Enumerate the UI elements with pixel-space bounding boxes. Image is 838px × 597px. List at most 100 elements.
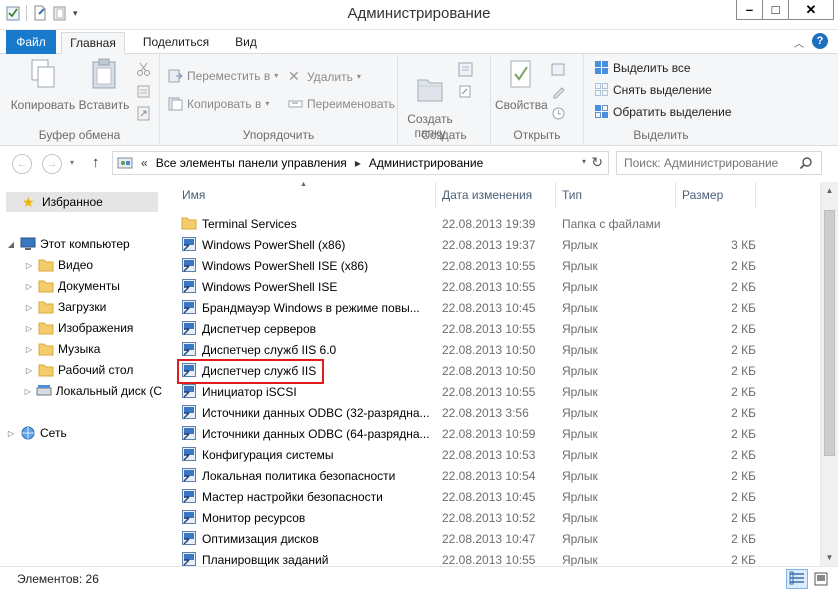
copy-to-button[interactable]: Копировать в ▾ [168, 96, 269, 111]
expand-icon[interactable]: ▷ [24, 366, 34, 375]
delete-button[interactable]: ✕ Удалить ▾ [288, 68, 361, 85]
column-size[interactable]: Размер [676, 182, 756, 208]
properties-button[interactable]: Свойства [495, 58, 548, 112]
breadcrumb-administration[interactable]: Администрирование [369, 156, 483, 170]
file-row[interactable]: Диспетчер служб IIS 6.0 22.08.2013 10:50 Я… [176, 339, 756, 360]
file-date: 22.08.2013 10:45 [442, 490, 536, 504]
search-icon[interactable] [799, 156, 813, 170]
tab-file[interactable]: Файл [6, 30, 56, 54]
expand-icon[interactable]: ▷ [24, 345, 34, 354]
forward-button[interactable]: → [42, 154, 62, 174]
tab-share[interactable]: Поделиться [140, 32, 212, 54]
nav-this-pc[interactable]: ◢ Этот компьютер [6, 234, 166, 254]
file-row[interactable]: Конфигурация системы 22.08.2013 10:53 Ярлы… [176, 444, 756, 465]
new-item-icon[interactable] [458, 62, 473, 77]
expand-icon[interactable]: ▷ [24, 387, 32, 396]
select-all-button[interactable]: Выделить все [594, 60, 691, 75]
nav-pc-item[interactable]: ▷ Локальный диск (C [24, 381, 162, 401]
file-size: 2 КБ [731, 301, 756, 315]
expand-icon[interactable]: ▷ [24, 282, 34, 291]
nav-pc-item-label: Загрузки [58, 300, 107, 314]
column-date[interactable]: Дата изменения [436, 182, 556, 208]
cut-icon[interactable] [136, 62, 151, 77]
file-row[interactable]: Источники данных ODBC (32-разрядна... 22.… [176, 402, 756, 423]
close-button[interactable]: ✕ [788, 0, 834, 20]
vertical-scrollbar[interactable]: ▲ ▼ [820, 182, 838, 566]
file-row[interactable]: Windows PowerShell ISE (x86) 22.08.2013 1… [176, 255, 756, 276]
collapse-icon[interactable]: ◢ [6, 240, 16, 249]
file-row[interactable]: Монитор ресурсов 22.08.2013 10:52 Ярлык 2 К… [176, 507, 756, 528]
computer-icon [20, 237, 36, 250]
large-icons-view-button[interactable] [810, 569, 832, 589]
scroll-up-icon[interactable]: ▲ [821, 182, 838, 199]
copy-button[interactable]: Копировать [10, 58, 76, 112]
odbc-icon [182, 405, 196, 419]
file-row[interactable]: Мастер настройки безопасности 22.08.2013 … [176, 486, 756, 507]
open-icon[interactable] [551, 62, 566, 77]
refresh-icon[interactable]: ↻ [591, 154, 603, 171]
expand-icon[interactable]: ▷ [6, 429, 16, 438]
file-date: 22.08.2013 10:53 [442, 448, 536, 462]
tab-home[interactable]: Главная [61, 32, 125, 54]
file-row[interactable]: Windows PowerShell (x86) 22.08.2013 19:37… [176, 234, 756, 255]
nav-pc-item[interactable]: ▷ Загрузки [24, 297, 162, 317]
nav-network[interactable]: ▷ Сеть [6, 423, 166, 443]
scroll-down-icon[interactable]: ▼ [821, 549, 838, 566]
search-box[interactable] [616, 151, 822, 175]
chevron-up-icon[interactable]: ︿ [794, 35, 804, 50]
nav-pc-item[interactable]: ▷ Рабочий стол [24, 360, 162, 380]
nav-pc-item[interactable]: ▷ Видео [24, 255, 162, 275]
file-row[interactable]: Источники данных ODBC (64-разрядна... 22.… [176, 423, 756, 444]
column-name[interactable]: Имя [176, 182, 436, 208]
search-input[interactable] [624, 155, 794, 171]
expand-icon[interactable]: ▷ [24, 324, 34, 333]
up-arrow-icon[interactable]: ↑ [92, 154, 100, 171]
file-row[interactable]: Windows PowerShell ISE 22.08.2013 10:55 Яр… [176, 276, 756, 297]
file-date: 22.08.2013 3:56 [442, 406, 529, 420]
invert-selection-label: Обратить выделение [613, 104, 732, 119]
navigation-bar: ← → ▾ ↑ « Все элементы панели управления… [0, 146, 838, 182]
column-type[interactable]: Тип [556, 182, 676, 208]
file-row[interactable]: Оптимизация дисков 22.08.2013 10:47 Ярлык 2… [176, 528, 756, 549]
nav-pc-item[interactable]: ▷ Изображения [24, 318, 162, 338]
tab-view[interactable]: Вид [228, 32, 264, 54]
details-view-button[interactable] [786, 569, 808, 589]
chevron-down-icon[interactable]: ▾ [582, 157, 586, 166]
easy-access-icon[interactable] [458, 84, 473, 99]
minimize-button[interactable]: – [736, 0, 763, 20]
file-type: Ярлык [562, 469, 598, 483]
file-row[interactable]: Брандмауэр Windows в режиме повы... 22.08… [176, 297, 756, 318]
file-name: Инициатор iSCSI [202, 385, 297, 399]
chevron-down-icon: ▾ [356, 72, 361, 81]
invert-selection-button[interactable]: Обратить выделение [594, 104, 732, 119]
file-row[interactable]: Terminal Services 22.08.2013 19:39 Папка с… [176, 213, 756, 234]
paste-shortcut-icon[interactable] [136, 106, 151, 121]
powershell-icon [182, 237, 196, 251]
select-none-button[interactable]: Снять выделение [594, 82, 712, 97]
nav-favorites[interactable]: ★ Избранное [6, 192, 158, 212]
rename-button[interactable]: Переименовать [288, 96, 395, 111]
breadcrumb-control-panel[interactable]: Все элементы панели управления [156, 156, 347, 170]
move-to-button[interactable]: Переместить в ▾ [168, 68, 278, 83]
help-icon[interactable]: ? [812, 33, 828, 49]
edit-icon[interactable] [551, 84, 566, 99]
nav-pc-item[interactable]: ▷ Музыка [24, 339, 162, 359]
scrollbar-thumb[interactable] [824, 210, 835, 456]
history-icon[interactable] [551, 106, 566, 121]
task-scheduler-icon [182, 552, 196, 566]
expand-icon[interactable]: ▷ [24, 303, 34, 312]
recent-locations-icon[interactable]: ▾ [70, 158, 74, 167]
file-row[interactable]: Инициатор iSCSI 22.08.2013 10:55 Ярлык 2 КБ [176, 381, 756, 402]
chevron-right-icon[interactable]: ▸ [355, 156, 361, 170]
file-row[interactable]: Диспетчер серверов 22.08.2013 10:55 Ярлык 2… [176, 318, 756, 339]
file-row[interactable]: Локальная политика безопасности 22.08.201… [176, 465, 756, 486]
file-name: Windows PowerShell ISE [202, 280, 338, 294]
paste-button[interactable]: Вставить [78, 58, 130, 112]
nav-pc-item[interactable]: ▷ Документы [24, 276, 162, 296]
address-bar[interactable]: « Все элементы панели управления ▸ Админ… [112, 151, 609, 175]
back-button[interactable]: ← [12, 154, 32, 174]
maximize-button[interactable]: □ [762, 0, 789, 20]
copy-path-icon[interactable] [136, 84, 151, 99]
expand-icon[interactable]: ▷ [24, 261, 34, 270]
file-name: Оптимизация дисков [202, 532, 319, 546]
